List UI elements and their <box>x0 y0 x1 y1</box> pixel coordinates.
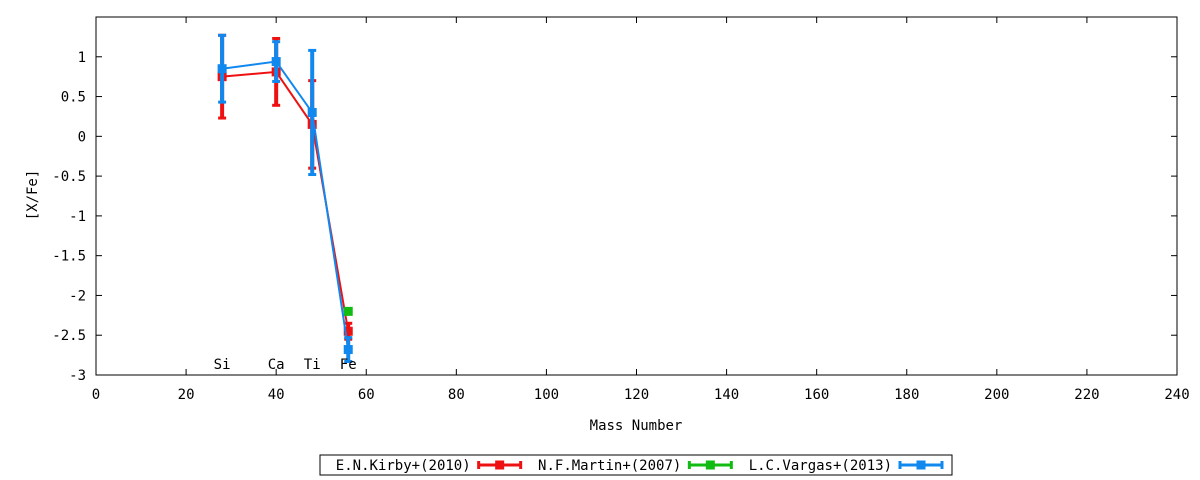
legend-label: L.C.Vargas+(2013) <box>749 458 892 474</box>
x-tick-label: 160 <box>804 387 829 403</box>
legend-marker <box>916 460 926 470</box>
x-tick-label: 120 <box>624 387 649 403</box>
y-tick-label: -1 <box>69 209 86 225</box>
x-tick-label: 180 <box>894 387 919 403</box>
y-tick-label: 0 <box>78 129 86 145</box>
x-tick-label: 240 <box>1164 387 1189 403</box>
x-tick-label: 20 <box>178 387 195 403</box>
y-tick-label: -3 <box>69 368 86 384</box>
data-point <box>217 64 227 74</box>
data-point <box>343 306 353 316</box>
x-tick-label: 100 <box>534 387 559 403</box>
y-axis-label: [X/Fe] <box>25 170 41 221</box>
plot-series <box>217 33 353 363</box>
y-tick-label: 0.5 <box>61 90 86 106</box>
x-tick-label: 140 <box>714 387 739 403</box>
series-line <box>221 60 350 350</box>
y-tick-label: -1.5 <box>52 249 86 265</box>
chart: 0 20 40 60 80 100 120 140 160 180 200 220 240 1 0.5 0 -0… <box>25 16 1190 476</box>
element-label: Ti <box>304 357 321 373</box>
series-line <box>222 70 350 332</box>
element-label: Si <box>214 357 231 373</box>
series <box>217 33 353 341</box>
data-point <box>307 107 317 117</box>
x-tick-label: 0 <box>92 387 100 403</box>
x-tick-label: 220 <box>1074 387 1099 403</box>
element-labels: Si Ca Ti Fe <box>214 357 357 373</box>
y-tick-label: -2.5 <box>52 328 86 344</box>
y-tick-label: -2 <box>69 288 86 304</box>
y-tick-label: 1 <box>78 50 86 66</box>
element-label: Fe <box>340 357 357 373</box>
x-tick-label: 40 <box>268 387 285 403</box>
data-point <box>271 57 281 67</box>
element-label: Ca <box>268 357 285 373</box>
legend-label: N.F.Martin+(2007) <box>538 458 681 474</box>
x-tick-label: 60 <box>358 387 375 403</box>
legend: E.N.Kirby+(2010) N.F.Martin+(2007) L.C.Var… <box>319 454 953 476</box>
plot-frame <box>95 16 1178 376</box>
x-tick-label: 80 <box>448 387 465 403</box>
y-tick-label: -0.5 <box>52 169 86 185</box>
x-tick-label: 200 <box>984 387 1009 403</box>
legend-marker <box>495 460 505 470</box>
series <box>343 306 353 316</box>
data-point <box>343 345 353 355</box>
legend-marker <box>705 460 715 470</box>
legend-label: E.N.Kirby+(2010) <box>336 458 471 474</box>
x-axis-label: Mass Number <box>590 418 683 434</box>
